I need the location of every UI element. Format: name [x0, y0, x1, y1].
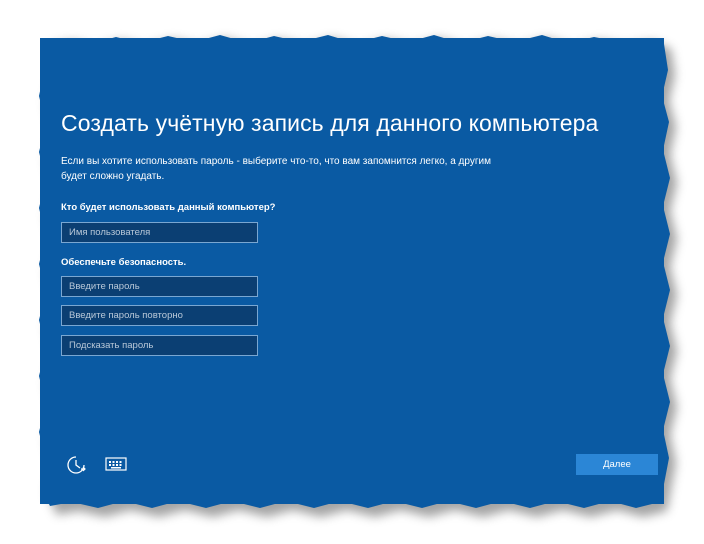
user-question-label: Кто будет использовать данный компьютер? — [61, 202, 276, 213]
setup-panel: Создать учётную запись для данного компь… — [40, 38, 664, 504]
password-repeat-input[interactable] — [61, 305, 258, 326]
username-input[interactable] — [61, 222, 258, 243]
ease-of-access-icon — [67, 456, 86, 474]
description-text: Если вы хотите использовать пароль - выб… — [61, 156, 491, 182]
next-button[interactable]: Далее — [576, 454, 658, 475]
keyboard-icon — [105, 457, 127, 471]
page-title: Создать учётную запись для данного компь… — [61, 110, 599, 136]
keyboard-button[interactable] — [103, 451, 129, 477]
password-hint-input[interactable] — [61, 335, 258, 356]
screenshot-stage: Создать учётную запись для данного компь… — [0, 0, 704, 544]
password-input[interactable] — [61, 276, 258, 297]
ease-of-access-button[interactable] — [63, 452, 89, 478]
security-label: Обеспечьте безопасность. — [61, 257, 187, 268]
